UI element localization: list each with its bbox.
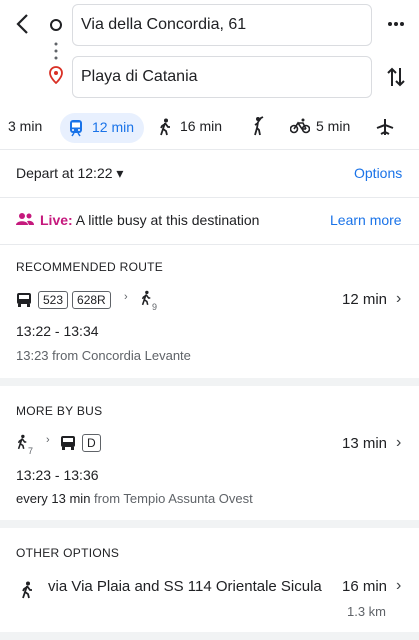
tab-transit-label: 12 min [92,119,135,135]
bus-duration: 13 min [342,435,388,452]
tab-cycling[interactable]: 5 min [290,117,354,137]
live-busy-icon [16,212,34,226]
bus-route-card[interactable]: MORE BY BUS 7 › D 13 min › 13:23 - 13:36… [0,386,419,518]
more-options-button[interactable] [386,14,406,34]
bus-icon [17,293,31,307]
arrow-back-icon [16,14,28,34]
step-separator-icon: › [124,291,128,303]
bus-frequency-value: every 13 min [16,491,91,506]
walk-icon [17,434,27,450]
walk-minutes: 7 [28,446,34,456]
route-dots-icon [54,41,58,61]
recommended-duration: 12 min [342,291,388,308]
destination-pin-icon [49,66,63,85]
depart-time-button[interactable]: Depart at 12:22 ▾ [16,165,123,182]
options-link[interactable]: Options [354,165,402,181]
bus-line-badge: 628R [72,291,111,309]
swap-vert-icon [387,67,405,87]
origin-dot-icon [50,19,62,31]
live-text: A little busy at this destination [72,212,260,228]
tab-cycling-label: 5 min [316,118,351,134]
recommended-times: 13:22 - 13:34 [16,323,99,339]
walk-step: 7 [16,434,33,456]
tab-flight[interactable] [376,118,394,136]
tab-driving[interactable]: 3 min [8,118,42,138]
more-by-bus-title: MORE BY BUS [16,404,103,418]
chevron-right-icon: › [396,290,402,307]
flight-icon [376,119,394,135]
chevron-right-icon: › [396,434,402,451]
walk-icon [22,581,32,599]
learn-more-link[interactable]: Learn more [330,212,402,228]
walk-step: 9 [140,290,157,312]
other-distance: 1.3 km [347,604,387,619]
walk-icon [141,290,151,306]
bus-line-badge: 523 [38,291,69,309]
walk-minutes: 9 [152,302,158,312]
other-duration: 16 min [342,578,388,595]
tab-walking-label: 16 min [180,118,223,134]
tab-driving-label: 3 min [8,118,43,134]
other-options-title: OTHER OPTIONS [16,546,120,560]
bus-departure-stop: from Tempio Assunta Ovest [90,491,253,506]
chevron-right-icon: › [396,577,402,594]
tab-ride-hail[interactable] [251,116,267,136]
destination-input[interactable]: Playa di Catania [72,56,372,98]
recommended-departure: 13:23 from Concordia Levante [16,348,191,363]
origin-input[interactable]: Via della Concordia, 61 [72,4,372,46]
swap-button[interactable] [384,64,408,90]
recommended-route-card[interactable]: RECOMMENDED ROUTE 523 628R › 9 12 min › 1… [0,245,419,378]
transit-icon [70,120,82,137]
bus-line: D [82,434,105,452]
recommended-route-title: RECOMMENDED ROUTE [16,260,164,274]
bike-icon [290,118,310,134]
live-status: Live: A little busy at this destination [40,212,259,228]
bus-frequency: every 13 min from Tempio Assunta Ovest [16,491,253,506]
ride-hail-icon [254,116,264,136]
tab-transit[interactable]: 12 min [60,113,144,143]
bus-times: 13:23 - 13:36 [16,467,99,483]
other-route-card[interactable]: OTHER OPTIONS via Via Plaia and SS 114 O… [0,528,419,632]
more-horiz-icon [388,22,404,26]
bus-line-badge: D [82,434,101,452]
back-button[interactable] [12,10,36,38]
walk-icon [160,118,170,136]
live-prefix: Live: [40,212,73,228]
bus-icon [61,436,75,450]
recommended-lines: 523 628R [38,291,115,309]
other-route-description: via Via Plaia and SS 114 Orientale Sicul… [48,578,322,595]
tab-walking[interactable]: 16 min [158,116,228,138]
step-separator-icon: › [46,434,50,446]
